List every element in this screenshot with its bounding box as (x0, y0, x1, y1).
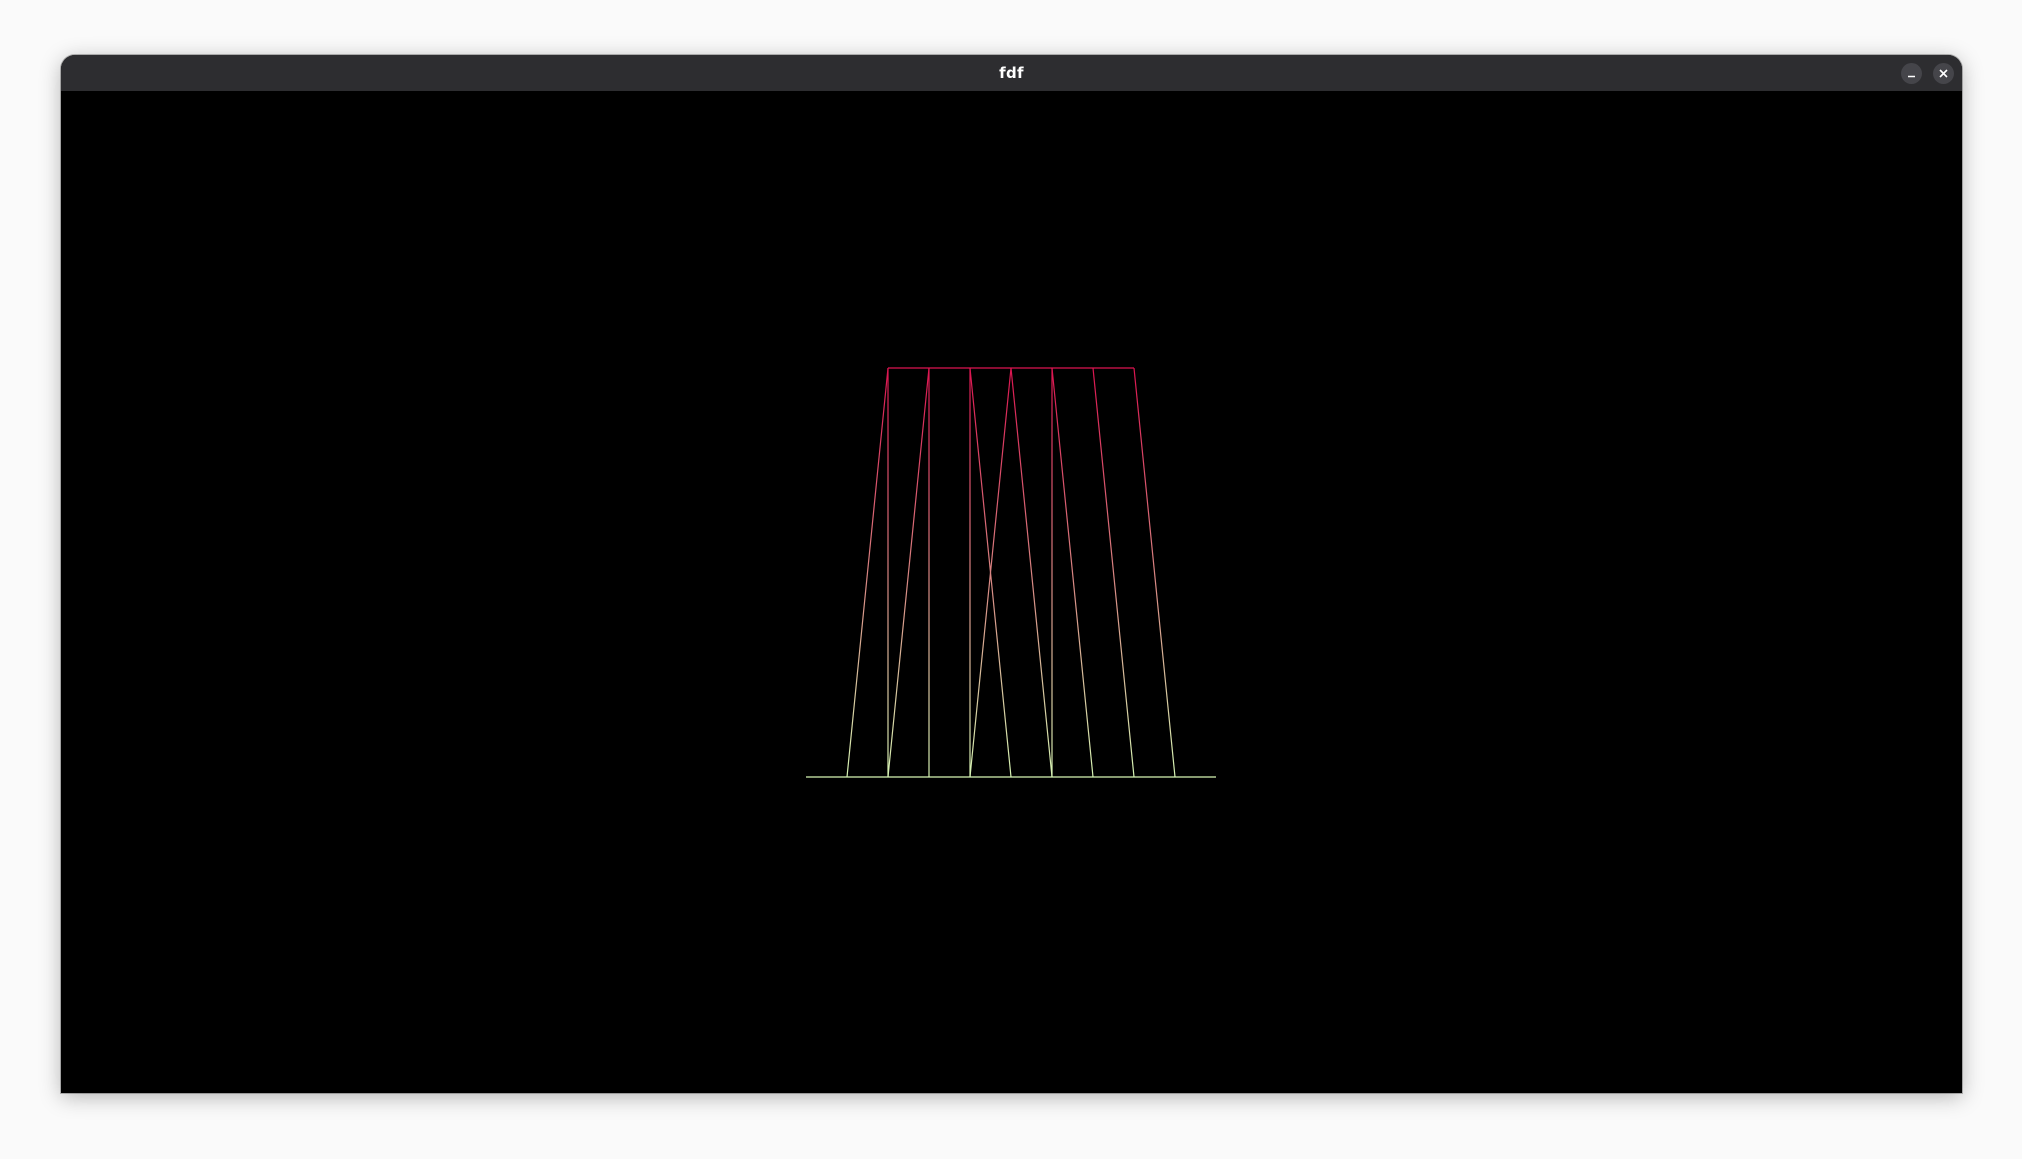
wire-strand (887, 367, 930, 778)
wire-strand (1133, 367, 1176, 778)
wire-strand (846, 367, 889, 778)
render-canvas[interactable] (61, 91, 1962, 1093)
app-window: fdf (61, 55, 1962, 1093)
wire-strand (1010, 367, 1053, 778)
minimize-icon (1908, 75, 1915, 78)
minimize-button[interactable] (1901, 63, 1922, 84)
title-bar[interactable]: fdf (61, 55, 1962, 91)
wireframe-render (806, 367, 1216, 778)
window-title: fdf (999, 64, 1024, 82)
wire-strand (1092, 367, 1135, 778)
close-icon (1939, 69, 1948, 78)
close-button[interactable] (1933, 63, 1954, 84)
wire-strand (1051, 367, 1094, 778)
